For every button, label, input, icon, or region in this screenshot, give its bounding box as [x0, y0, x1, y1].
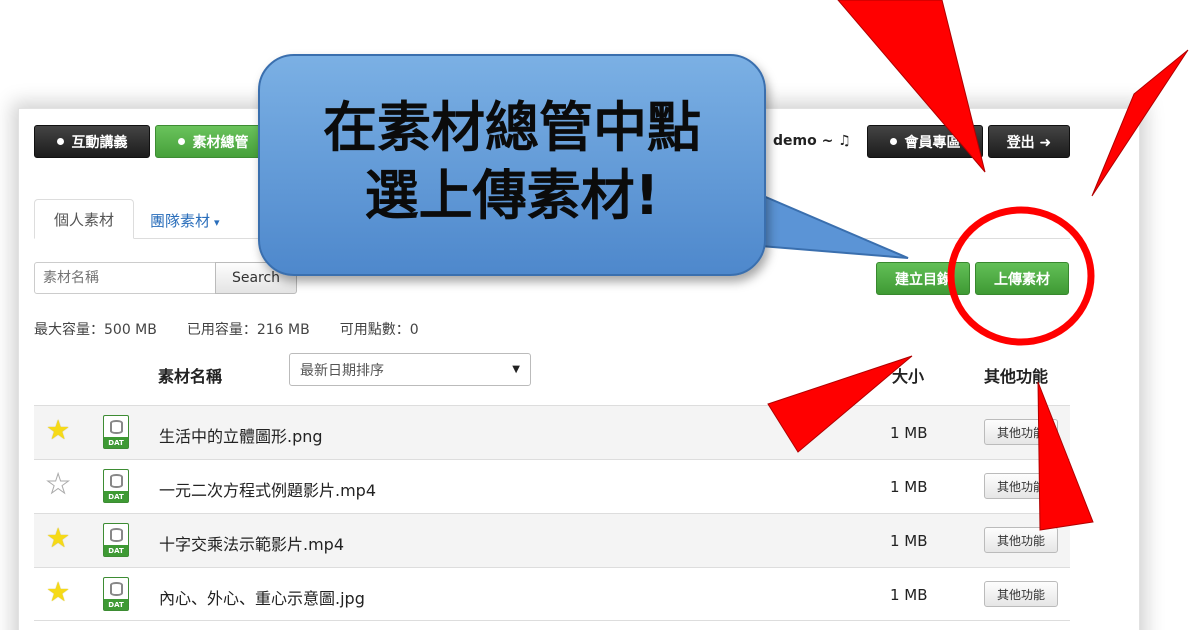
- callout-line-1: 在素材總管中點: [323, 96, 701, 159]
- red-arrow-top: [837, 0, 986, 173]
- callout-bubble: 在素材總管中點 選上傳素材!: [258, 54, 766, 276]
- red-arrow-mid: [767, 355, 913, 453]
- red-arrow-right: [1091, 49, 1189, 197]
- highlight-circle: [947, 206, 1095, 346]
- callout-line-2: 選上傳素材!: [364, 164, 660, 227]
- red-arrow-bottom: [1037, 381, 1094, 531]
